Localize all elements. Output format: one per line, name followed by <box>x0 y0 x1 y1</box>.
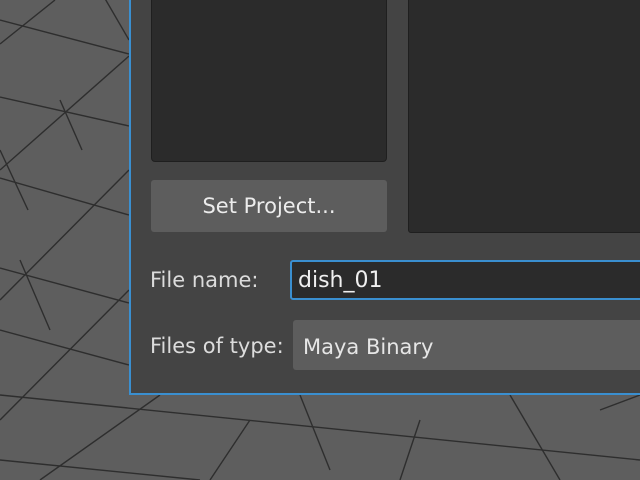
set-project-button[interactable]: Set Project... <box>151 180 387 232</box>
file-name-input[interactable] <box>290 260 640 300</box>
file-name-label: File name: <box>150 268 259 292</box>
file-type-select[interactable]: Maya Binary <box>293 320 640 370</box>
file-list-panel[interactable] <box>408 0 640 233</box>
project-panel[interactable] <box>151 0 387 162</box>
file-type-label: Files of type: <box>150 334 284 358</box>
